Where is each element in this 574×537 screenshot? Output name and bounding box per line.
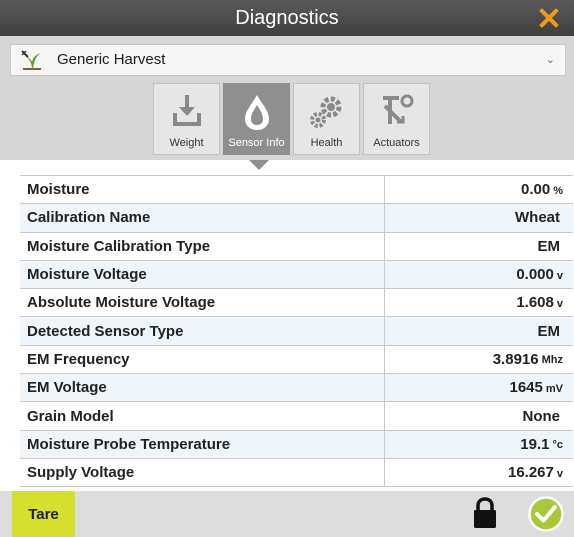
row-value: 0.00% bbox=[521, 181, 563, 199]
row-value: Wheat bbox=[515, 209, 560, 227]
active-tab-pointer bbox=[249, 160, 269, 170]
row-value: 19.1 °c bbox=[520, 435, 563, 453]
table-row: EM Frequency 3.8916 Mhz bbox=[20, 345, 573, 375]
row-label: Moisture bbox=[20, 176, 385, 204]
row-value: None bbox=[522, 407, 561, 425]
profile-name: Generic Harvest bbox=[57, 51, 166, 68]
tab-weight[interactable]: Weight bbox=[153, 83, 220, 155]
row-value: 16.267 v bbox=[507, 464, 563, 482]
window-title: Diagnostics bbox=[235, 7, 339, 29]
row-value: EM bbox=[537, 237, 561, 255]
table-row: Grain Model None bbox=[20, 402, 573, 431]
row-label: Moisture Calibration Type bbox=[20, 232, 385, 260]
tab-weight-label: Weight bbox=[169, 137, 204, 149]
table-row: Absolute Moisture Voltage 1.608 v bbox=[20, 289, 573, 318]
row-label: Moisture Voltage bbox=[20, 260, 385, 289]
row-value: EM bbox=[537, 322, 561, 340]
title-bar: Diagnostics bbox=[0, 0, 574, 36]
row-label: Detected Sensor Type bbox=[20, 317, 385, 345]
table-row: Moisture Probe Temperature 19.1 °c bbox=[20, 430, 573, 459]
chevron-down-icon: ⌄ bbox=[545, 54, 555, 66]
row-label: Moisture Probe Temperature bbox=[20, 430, 385, 458]
row-label: Absolute Moisture Voltage bbox=[20, 289, 385, 317]
checkmark-icon[interactable] bbox=[528, 496, 564, 532]
tab-actuators-label: Actuators bbox=[373, 137, 420, 149]
table-row: Detected Sensor Type EM bbox=[20, 317, 573, 346]
close-icon[interactable] bbox=[538, 7, 560, 29]
moisture-drop-icon bbox=[224, 90, 289, 134]
row-label: EM Frequency bbox=[20, 345, 385, 374]
profile-dropdown[interactable]: Generic Harvest ⌄ bbox=[10, 44, 566, 76]
tare-button[interactable]: Tare bbox=[12, 491, 75, 537]
row-value: 0.000 v bbox=[516, 266, 563, 284]
row-label: Grain Model bbox=[20, 402, 385, 430]
harvest-plant-icon bbox=[19, 49, 45, 71]
table-row: Moisture Calibration Type EM bbox=[20, 232, 573, 261]
tab-sensor-info[interactable]: Sensor Info bbox=[223, 83, 290, 155]
tab-health-label: Health bbox=[310, 137, 343, 149]
lock-icon[interactable] bbox=[472, 497, 498, 529]
weight-scale-icon bbox=[154, 90, 219, 134]
table-row: Supply Voltage 16.267 v bbox=[20, 458, 573, 488]
table-row: EM Voltage 1645 mV bbox=[20, 374, 573, 403]
table-row: Moisture 0.00% bbox=[20, 176, 573, 205]
tab-actuators[interactable]: Actuators bbox=[363, 83, 430, 155]
header-panel: Generic Harvest ⌄ Weight Sensor Info Hea… bbox=[0, 36, 574, 160]
sensor-info-table: Moisture 0.00% Calibration Name Wheat Mo… bbox=[20, 175, 573, 488]
table-row: Moisture Voltage 0.000 v bbox=[20, 260, 573, 290]
tab-sensor-info-label: Sensor Info bbox=[228, 137, 285, 149]
row-value: 3.8916 Mhz bbox=[492, 350, 563, 368]
gears-icon bbox=[294, 90, 359, 134]
row-label: Calibration Name bbox=[20, 204, 385, 232]
tab-health[interactable]: Health bbox=[293, 83, 360, 155]
row-label: Supply Voltage bbox=[20, 458, 385, 487]
row-label: EM Voltage bbox=[20, 374, 385, 402]
table-row: Calibration Name Wheat bbox=[20, 204, 573, 233]
row-value: 1.608 v bbox=[516, 294, 563, 312]
row-value: 1645 mV bbox=[509, 379, 564, 397]
actuator-icon bbox=[364, 90, 429, 134]
footer-bar: Tare bbox=[0, 491, 574, 537]
